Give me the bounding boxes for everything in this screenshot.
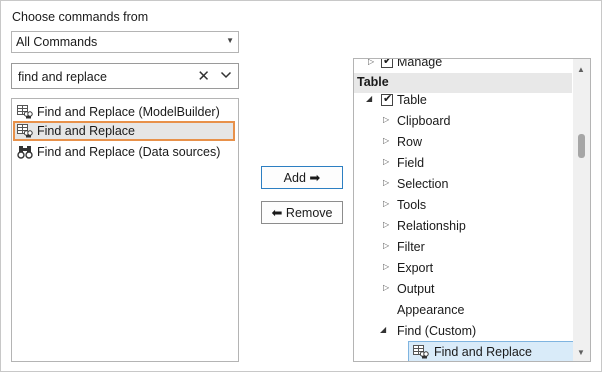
tree-node-label: Find (Custom) [397,324,477,338]
tree-node-label: Field [397,156,425,170]
choose-commands-label: Choose commands from [12,10,149,24]
tree-node-label: Selection [397,177,449,191]
tree-category-table: Table [354,73,572,93]
search-text: find and replace [18,70,107,84]
list-item-find-replace-modelbuilder[interactable]: Find and Replace (ModelBuilder) [13,102,235,122]
expanded-arrow-icon[interactable]: ◢ [366,94,372,103]
dropdown-arrow-icon[interactable]: ▼ [226,36,234,45]
collapsed-arrow-icon[interactable]: ▷ [383,283,389,292]
collapsed-arrow-icon[interactable]: ▷ [368,59,374,66]
add-button-label: Add [283,171,306,185]
binoculars-icon [17,146,33,159]
tree-node-label: Clipboard [397,114,451,128]
tree-node-label: Find and Replace [434,345,532,359]
collapsed-arrow-icon[interactable]: ▷ [383,157,389,166]
tree-node-label: Relationship [397,219,466,233]
tree-node-label: Filter [397,240,425,254]
collapsed-arrow-icon[interactable]: ▷ [383,199,389,208]
customize-dialog: Choose commands from All Commands ▼ find… [0,0,602,372]
tree-category-label: Table [357,75,389,89]
collapsed-arrow-icon[interactable]: ▷ [383,115,389,124]
remove-button[interactable]: ⬅ Remove [261,201,343,224]
tree-node-label: Output [397,282,435,296]
tree-node-label: Manage [397,58,443,69]
arrow-left-icon: ⬅ [271,205,283,220]
list-item-find-replace-data-sources[interactable]: Find and Replace (Data sources) [13,142,235,162]
checkbox[interactable]: ✔ [381,59,393,68]
tree-node-find-and-replace[interactable]: Find and Replace [408,341,574,361]
find-replace-table-icon [17,124,33,138]
scroll-down-icon[interactable]: ▼ [577,348,585,357]
arrow-right-icon: ➡ [309,170,321,185]
checkbox[interactable]: ✔ [381,93,393,106]
command-source-value: All Commands [16,35,98,49]
collapsed-arrow-icon[interactable]: ▷ [383,178,389,187]
tree-vertical-scrollbar[interactable]: ▲ ▼ [573,59,590,361]
clear-search-icon[interactable]: ✕ [197,67,210,85]
collapsed-arrow-icon[interactable]: ▷ [383,220,389,229]
tree-node-label: Row [397,135,423,149]
add-button[interactable]: Add ➡ [261,166,343,189]
tree-node-label: Appearance [397,303,465,317]
tree-node-label: Tools [397,198,427,212]
list-item-label: Find and Replace [37,124,135,138]
list-item-label: Find and Replace (ModelBuilder) [37,105,220,119]
collapsed-arrow-icon[interactable]: ▷ [383,241,389,250]
tree-node-label: Export [397,261,434,275]
command-source-dropdown[interactable]: All Commands ▼ [11,31,239,53]
scroll-up-icon[interactable]: ▲ [577,65,585,74]
list-item-label: Find and Replace (Data sources) [37,145,221,159]
collapsed-arrow-icon[interactable]: ▷ [383,136,389,145]
tree-node-label: Table [397,93,427,107]
find-replace-table-icon [17,105,33,119]
list-item-find-replace[interactable]: Find and Replace [13,121,235,141]
ribbon-tree[interactable]: ▷ ✔ Manage Table ◢ ✔ Table ▷ Clipboard ▷… [353,58,591,362]
remove-button-label: Remove [285,206,333,220]
command-search-input[interactable]: find and replace ✕ [11,63,239,89]
scrollbar-thumb[interactable] [578,134,585,158]
find-replace-table-icon [413,345,429,359]
command-results-list[interactable]: Find and Replace (ModelBuilder) Find and… [11,98,239,362]
chevron-down-icon[interactable] [220,69,232,81]
collapsed-arrow-icon[interactable]: ▷ [383,262,389,271]
expanded-arrow-icon[interactable]: ◢ [380,325,386,334]
